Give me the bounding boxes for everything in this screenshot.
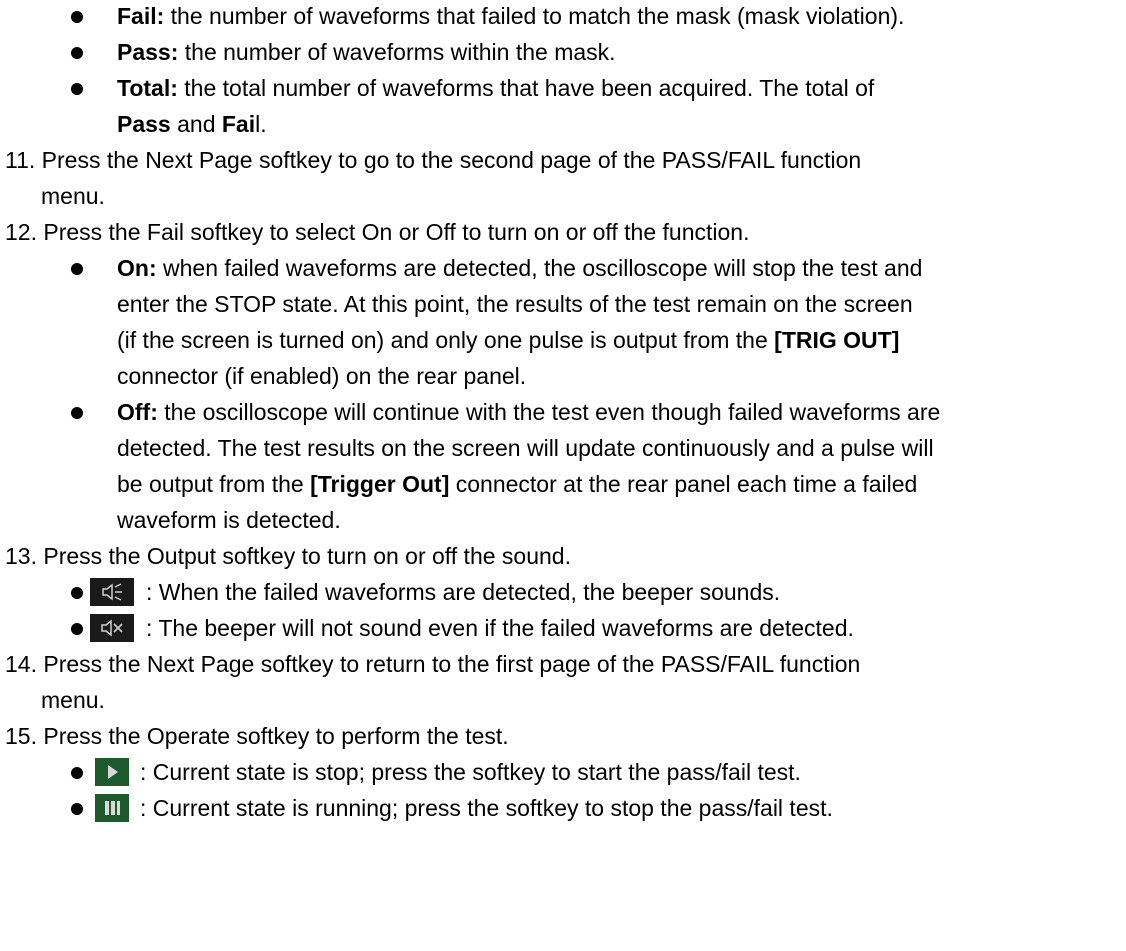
- step-11-cont: menu.: [41, 183, 105, 209]
- total-label: Total:: [117, 75, 178, 101]
- stop-state-text: : Current state is stop; press the softk…: [140, 759, 801, 785]
- step-15: 15. Press the Operate softkey to perform…: [5, 723, 509, 749]
- step-14-cont: menu.: [41, 687, 105, 713]
- on-item-cont-2: enter the STOP state. At this point, the…: [117, 291, 913, 317]
- and-word: and: [170, 111, 222, 137]
- on-label: On:: [117, 255, 157, 281]
- off-label: Off:: [117, 399, 158, 425]
- step-13: 13. Press the Output softkey to turn on …: [5, 543, 571, 569]
- on-text-3: (if the screen is turned on) and only on…: [117, 327, 775, 353]
- pass-word: Pass: [117, 111, 171, 137]
- on-item-cont-4: connector (if enabled) on the rear panel…: [117, 363, 527, 389]
- bullet: [71, 263, 83, 275]
- pass-label: Pass:: [117, 39, 179, 65]
- off-text-3c: connector at the rear panel each time a …: [449, 471, 918, 497]
- total-item-cont: Pass and Fail.: [117, 109, 267, 139]
- fail-text: the number of waveforms that failed to m…: [164, 3, 905, 29]
- pass-item: Pass: the number of waveforms within the…: [117, 37, 616, 67]
- step-11: 11. Press the Next Page softkey to go to…: [5, 147, 862, 173]
- off-item-cont-2: detected. The test results on the screen…: [117, 435, 934, 461]
- bullet: [71, 83, 83, 95]
- sound-on-text: : When the failed waveforms are detected…: [146, 579, 781, 605]
- speaker-mute-icon: [90, 614, 134, 642]
- pass-text: the number of waveforms within the mask.: [178, 39, 616, 65]
- bullet: [71, 407, 83, 419]
- bullet: [71, 623, 83, 635]
- pause-icon: [95, 794, 129, 822]
- total-item: Total: the total number of waveforms tha…: [117, 73, 874, 103]
- fail-word-end: l.: [255, 111, 267, 137]
- step-14: 14. Press the Next Page softkey to retur…: [5, 651, 861, 677]
- bullet: [71, 11, 83, 23]
- on-text: when failed waveforms are detected, the …: [156, 255, 923, 281]
- speaker-on-icon: [90, 578, 134, 606]
- fail-item: Fail: the number of waveforms that faile…: [117, 1, 904, 31]
- bullet: [71, 803, 83, 815]
- fail-word: Fai: [221, 111, 256, 137]
- bullet: [71, 587, 83, 599]
- running-state-text: : Current state is running; press the so…: [140, 795, 833, 821]
- on-item: On: when failed waveforms are detected, …: [117, 253, 922, 283]
- sound-off-text: : The beeper will not sound even if the …: [146, 615, 854, 641]
- off-item: Off: the oscilloscope will continue with…: [117, 397, 940, 427]
- off-text-3a: be output from the: [117, 471, 311, 497]
- off-item-cont-3: be output from the [Trigger Out] connect…: [117, 469, 917, 499]
- total-text: the total number of waveforms that have …: [177, 75, 875, 101]
- on-item-cont-3: (if the screen is turned on) and only on…: [117, 325, 899, 355]
- step-12: 12. Press the Fail softkey to select On …: [5, 219, 750, 245]
- fail-label: Fail:: [117, 3, 165, 29]
- off-item-cont-4: waveform is detected.: [117, 507, 341, 533]
- play-icon: [95, 758, 129, 786]
- trigger-out-label: [Trigger Out]: [310, 471, 450, 497]
- trig-out-label: [TRIG OUT]: [774, 327, 900, 353]
- off-text: the oscilloscope will continue with the …: [157, 399, 941, 425]
- bullet: [71, 47, 83, 59]
- bullet: [71, 767, 83, 779]
